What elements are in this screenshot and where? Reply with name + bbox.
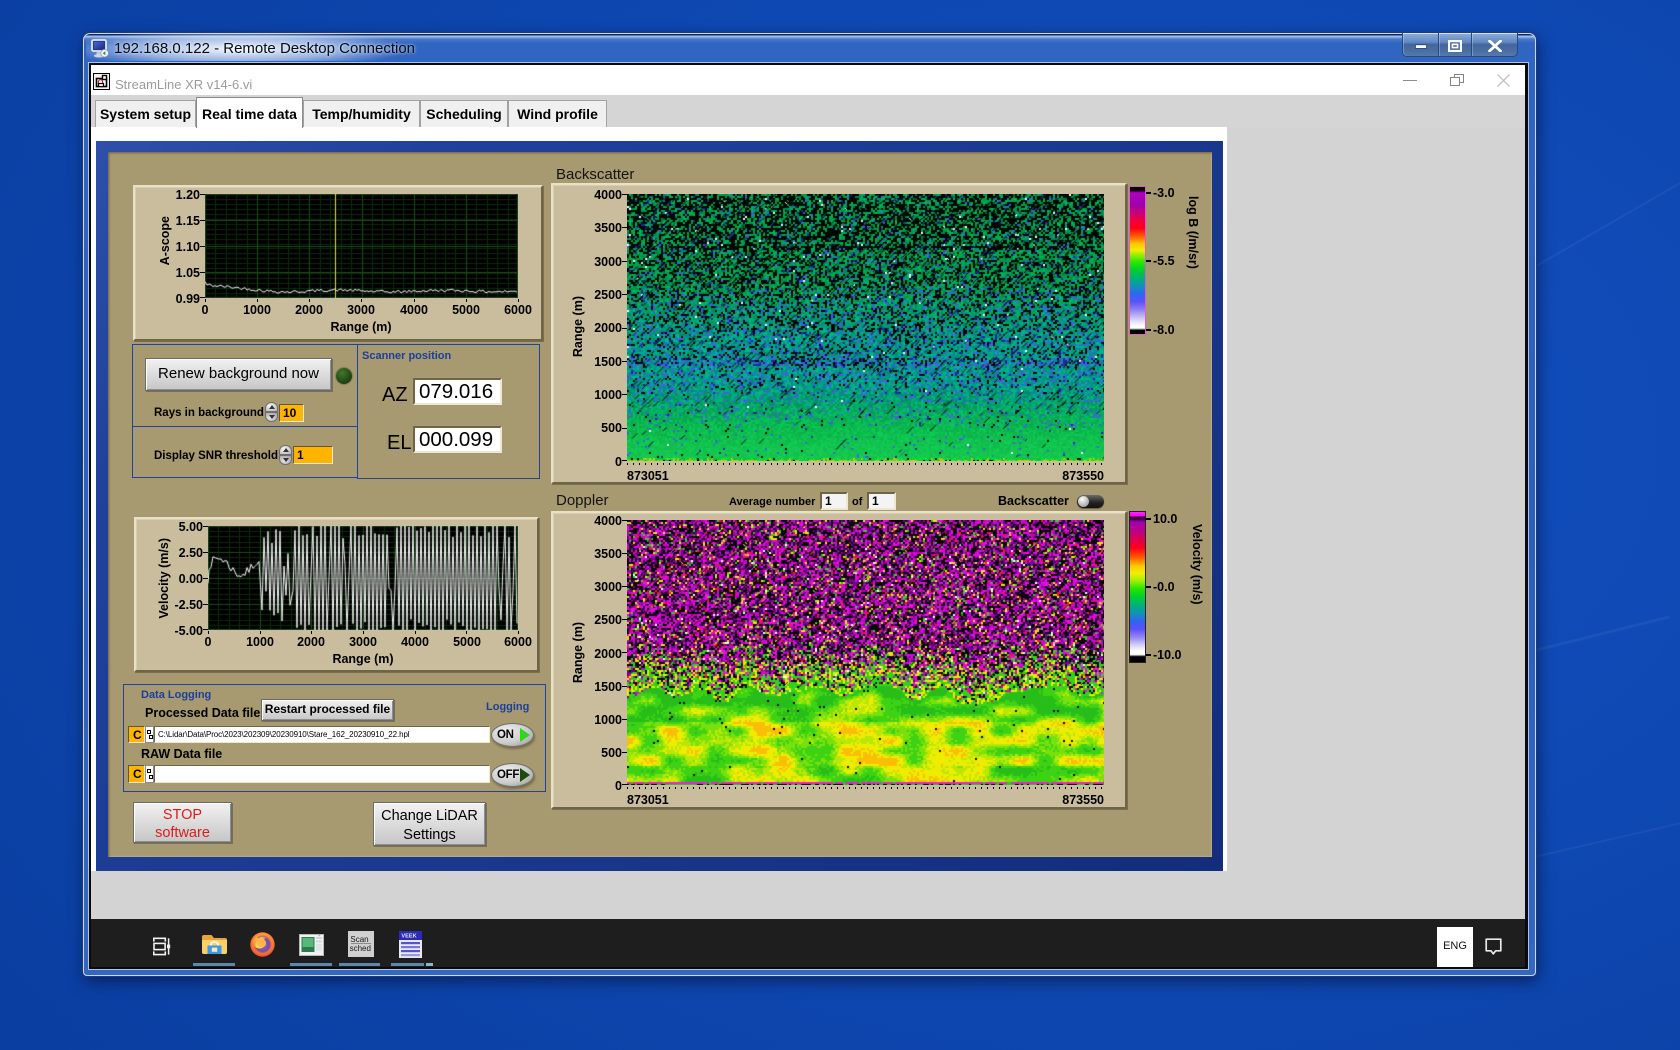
svg-text:VEEK: VEEK <box>401 934 416 940</box>
svg-text:sched: sched <box>350 944 371 953</box>
svg-text:Scan: Scan <box>350 935 368 944</box>
